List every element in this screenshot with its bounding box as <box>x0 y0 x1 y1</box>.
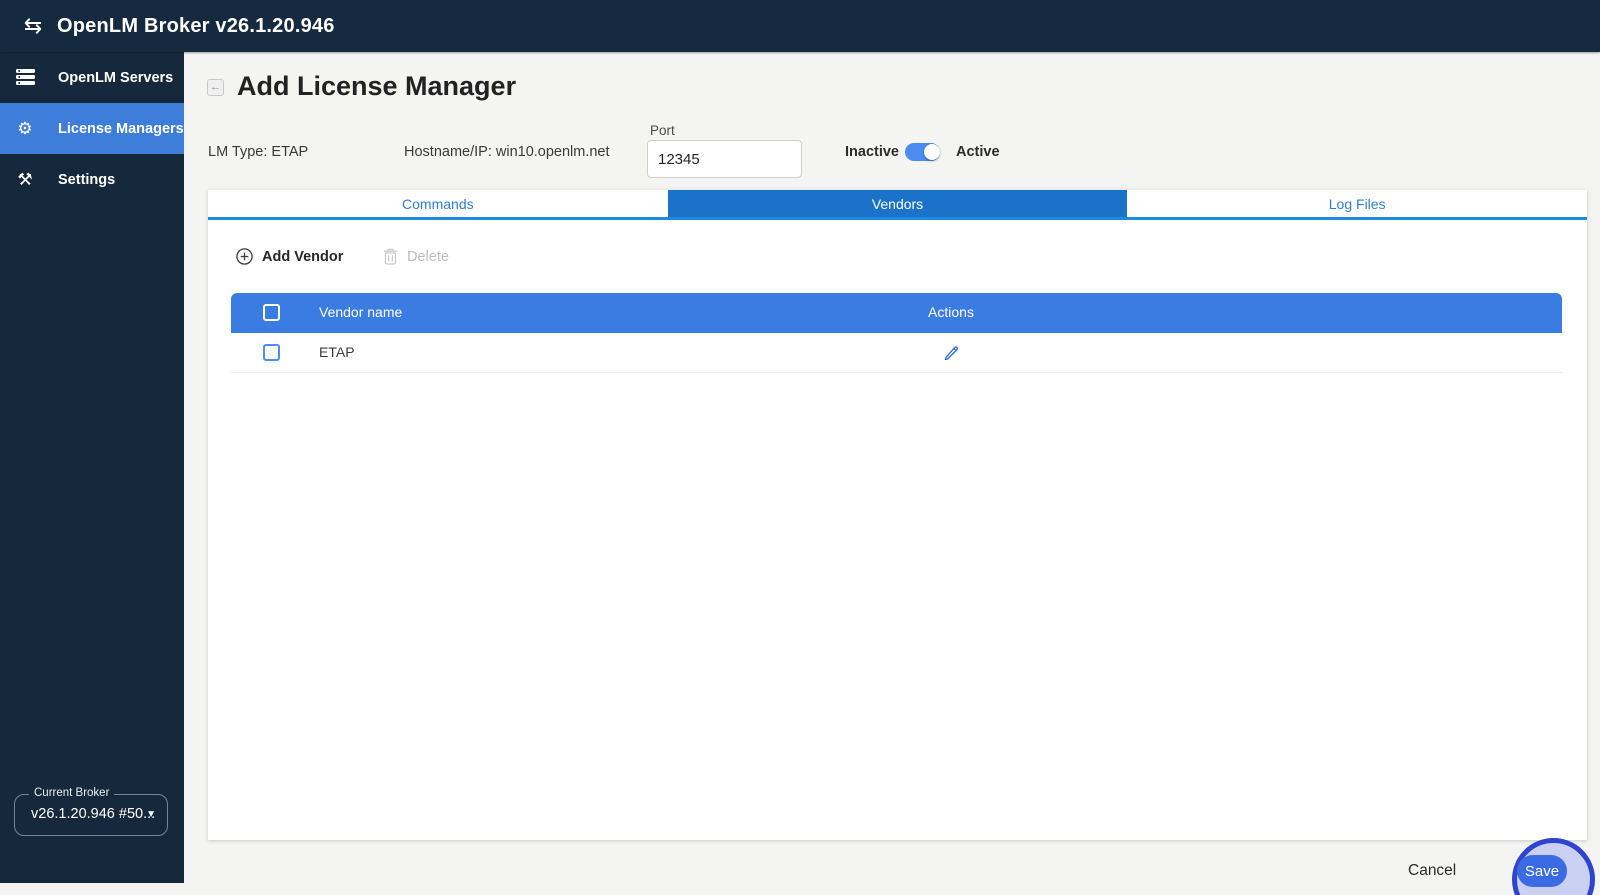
table-row: ETAP <box>231 333 1562 373</box>
active-label: Active <box>956 144 1000 160</box>
plus-circle-icon <box>236 248 253 265</box>
lm-type-text: LM Type: ETAP <box>208 144 308 160</box>
current-broker-select[interactable]: Current Broker v26.1.20.946 #50... ▼ <box>14 794 168 836</box>
select-all-checkbox[interactable] <box>263 304 280 321</box>
current-broker-label: Current Broker <box>29 787 114 799</box>
sidebar-item-settings[interactable]: ⚒ Settings <box>0 154 184 205</box>
inactive-label: Inactive <box>845 144 899 160</box>
tab-log-files[interactable]: Log Files <box>1127 190 1587 217</box>
vendor-name-column-header: Vendor name <box>319 304 402 320</box>
sidebar-item-license-managers[interactable]: ⚙ License Managers <box>0 103 184 154</box>
current-broker-value: v26.1.20.946 #50... <box>31 806 155 822</box>
add-vendor-button[interactable]: Add Vendor <box>236 248 343 265</box>
tab-vendors[interactable]: Vendors <box>668 190 1128 217</box>
delete-button[interactable]: Delete <box>383 248 449 265</box>
hostname-text: Hostname/IP: win10.openlm.net <box>404 144 610 160</box>
sidebar-item-label: Settings <box>58 172 115 188</box>
top-bar: ⇆ OpenLM Broker v26.1.20.946 <box>0 0 1600 52</box>
servers-icon <box>14 69 36 86</box>
save-button[interactable]: Save <box>1517 855 1567 887</box>
edit-vendor-button[interactable] <box>928 344 974 363</box>
vendor-table: Vendor name Actions ETAP <box>231 293 1562 373</box>
add-vendor-label: Add Vendor <box>262 249 343 265</box>
tools-icon: ⚒ <box>14 170 36 190</box>
trash-icon <box>383 248 398 265</box>
app-title: OpenLM Broker v26.1.20.946 <box>57 15 335 38</box>
port-label: Port <box>650 123 675 138</box>
back-button[interactable]: ← <box>207 79 224 96</box>
actions-column-header: Actions <box>891 304 1011 320</box>
sidebar-item-label: License Managers <box>58 121 184 137</box>
tab-commands[interactable]: Commands <box>208 190 668 217</box>
caret-down-icon: ▼ <box>146 809 156 820</box>
delete-label: Delete <box>407 249 449 265</box>
license-manager-card: Commands Vendors Log Files Add Vendor De… <box>208 190 1587 840</box>
vendor-name-cell: ETAP <box>319 344 355 360</box>
port-input[interactable] <box>647 140 802 178</box>
row-checkbox[interactable] <box>263 344 280 361</box>
page-title: Add License Manager <box>237 71 516 102</box>
toggle-knob <box>924 144 940 160</box>
pencil-icon <box>943 344 959 360</box>
sidebar: OpenLM Servers ⚙ License Managers ⚒ Sett… <box>0 52 184 883</box>
cancel-button[interactable]: Cancel <box>1408 862 1456 880</box>
table-header-row: Vendor name Actions <box>231 293 1562 333</box>
active-toggle[interactable] <box>905 143 940 161</box>
sidebar-item-label: OpenLM Servers <box>58 70 173 86</box>
tab-bar: Commands Vendors Log Files <box>208 190 1587 220</box>
gear-icon: ⚙ <box>14 119 36 139</box>
sidebar-item-openlm-servers[interactable]: OpenLM Servers <box>0 52 184 103</box>
swap-arrows-icon: ⇆ <box>18 13 48 39</box>
